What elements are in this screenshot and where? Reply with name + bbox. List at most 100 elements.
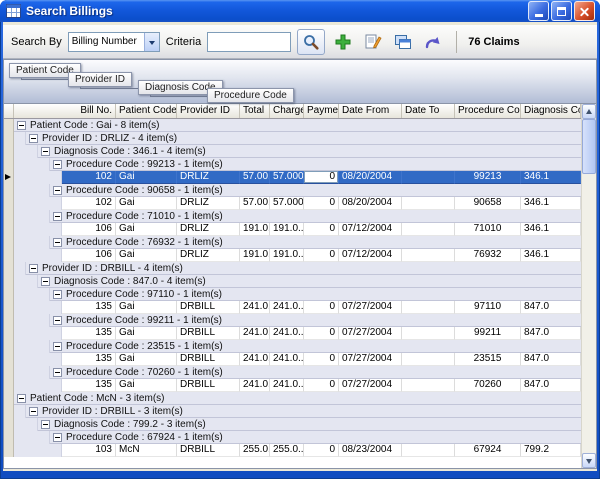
row-indicator[interactable] (4, 158, 14, 171)
cell-procedure-code[interactable]: 99213 (455, 171, 521, 184)
row-indicator[interactable] (4, 132, 14, 145)
cell-patient-code[interactable]: Gai (116, 301, 177, 314)
cell-diagnosis-code[interactable]: 346.1 (521, 197, 581, 210)
cell-patient-code[interactable]: Gai (116, 327, 177, 340)
cell-patient-code[interactable]: Gai (116, 223, 177, 236)
row-indicator[interactable] (4, 392, 14, 405)
group-row[interactable]: Procedure Code : 70260 - 1 item(s) (4, 366, 581, 379)
group-tab-procedure-code[interactable]: Procedure Code (207, 88, 294, 103)
collapse-icon[interactable] (53, 433, 62, 442)
row-indicator[interactable] (4, 327, 14, 340)
table-row[interactable]: 135GaiDRBILL241.0...241.0...007/27/20047… (4, 379, 581, 392)
column-header-payme[interactable]: Payme... (304, 104, 339, 118)
collapse-icon[interactable] (17, 394, 26, 403)
cell-provider-id[interactable]: DRBILL (177, 444, 240, 457)
group-row[interactable]: Provider ID : DRBILL - 4 item(s) (4, 262, 581, 275)
row-indicator[interactable] (4, 314, 14, 327)
group-band[interactable]: Diagnosis Code : 346.1 - 4 item(s) (38, 145, 581, 158)
group-row[interactable]: Diagnosis Code : 847.0 - 4 item(s) (4, 275, 581, 288)
cell-procedure-code[interactable]: 99211 (455, 327, 521, 340)
cell-provider-id[interactable]: DRBILL (177, 327, 240, 340)
group-band[interactable]: Procedure Code : 71010 - 1 item(s) (50, 210, 581, 223)
column-header-diagnosis-code[interactable]: Diagnosis Code (521, 104, 581, 118)
group-band[interactable]: Procedure Code : 23515 - 1 item(s) (50, 340, 581, 353)
group-band[interactable]: Procedure Code : 70260 - 1 item(s) (50, 366, 581, 379)
cell-charges[interactable]: 57.0000 (270, 197, 304, 210)
cell-patient-code[interactable]: Gai (116, 353, 177, 366)
cell-diagnosis-code[interactable]: 346.1 (521, 223, 581, 236)
collapse-icon[interactable] (53, 160, 62, 169)
collapse-icon[interactable] (17, 121, 26, 130)
cell-diagnosis-code[interactable]: 847.0 (521, 327, 581, 340)
cell-date-to[interactable] (402, 197, 455, 210)
cell-patient-code[interactable]: Gai (116, 171, 177, 184)
cell-procedure-code[interactable]: 67924 (455, 444, 521, 457)
group-row[interactable]: Procedure Code : 76932 - 1 item(s) (4, 236, 581, 249)
close-button[interactable] (574, 1, 595, 21)
cell-provider-id[interactable]: DRBILL (177, 301, 240, 314)
cell-total[interactable]: 57.00... (240, 171, 270, 184)
column-header-date-from[interactable]: Date From (339, 104, 402, 118)
chevron-down-icon[interactable] (144, 33, 159, 51)
column-header-patient-code[interactable]: Patient Code (116, 104, 177, 118)
column-header-provider-id[interactable]: Provider ID (177, 104, 240, 118)
cell-payme[interactable]: 0 (304, 171, 339, 184)
group-row[interactable]: Diagnosis Code : 346.1 - 4 item(s) (4, 145, 581, 158)
group-band[interactable]: Procedure Code : 90658 - 1 item(s) (50, 184, 581, 197)
cell-charges[interactable]: 241.0... (270, 353, 304, 366)
cell-total[interactable]: 241.0... (240, 301, 270, 314)
cell-total[interactable]: 241.0... (240, 379, 270, 392)
group-band[interactable]: Procedure Code : 76932 - 1 item(s) (50, 236, 581, 249)
scroll-down-button[interactable] (582, 453, 596, 468)
cell-charges[interactable]: 241.0... (270, 301, 304, 314)
collapse-icon[interactable] (53, 212, 62, 221)
column-header-date-to[interactable]: Date To (402, 104, 455, 118)
cell-bill-no[interactable]: 106 (62, 249, 116, 262)
cell-payme[interactable]: 0 (304, 197, 339, 210)
cell-charges[interactable]: 191.0... (270, 249, 304, 262)
cell-diagnosis-code[interactable]: 346.1 (521, 171, 581, 184)
cell-bill-no[interactable]: 106 (62, 223, 116, 236)
group-band[interactable]: Procedure Code : 99213 - 1 item(s) (50, 158, 581, 171)
group-band[interactable]: Provider ID : DRBILL - 4 item(s) (26, 262, 581, 275)
collapse-icon[interactable] (29, 134, 38, 143)
cell-date-from[interactable]: 07/12/2004 (339, 249, 402, 262)
group-row[interactable]: Procedure Code : 67924 - 1 item(s) (4, 431, 581, 444)
group-row[interactable]: Procedure Code : 99213 - 1 item(s) (4, 158, 581, 171)
cell-patient-code[interactable]: Gai (116, 197, 177, 210)
vertical-scrollbar[interactable] (581, 104, 596, 468)
row-indicator[interactable] (4, 197, 14, 210)
column-header-procedure-code[interactable]: Procedure Code (455, 104, 521, 118)
cell-total[interactable]: 57.00... (240, 197, 270, 210)
cell-date-from[interactable]: 07/27/2004 (339, 327, 402, 340)
group-row[interactable]: Diagnosis Code : 799.2 - 3 item(s) (4, 418, 581, 431)
row-indicator[interactable] (4, 184, 14, 197)
group-band[interactable]: Provider ID : DRBILL - 3 item(s) (26, 405, 581, 418)
table-row[interactable]: 135GaiDRBILL241.0...241.0...007/27/20042… (4, 353, 581, 366)
cell-provider-id[interactable]: DRLIZ (177, 249, 240, 262)
table-row[interactable]: 103McNDRBILL255.0...255.0...008/23/20046… (4, 444, 581, 457)
cell-date-from[interactable]: 08/20/2004 (339, 171, 402, 184)
collapse-icon[interactable] (29, 264, 38, 273)
search-by-dropdown[interactable]: Billing Number (68, 32, 160, 52)
row-indicator[interactable] (4, 210, 14, 223)
cell-provider-id[interactable]: DRLIZ (177, 223, 240, 236)
cell-date-from[interactable]: 08/23/2004 (339, 444, 402, 457)
cell-diagnosis-code[interactable]: 847.0 (521, 379, 581, 392)
cell-date-from[interactable]: 07/27/2004 (339, 353, 402, 366)
edit-button[interactable] (361, 30, 385, 54)
minimize-button[interactable] (528, 1, 549, 21)
cell-bill-no[interactable]: 135 (62, 379, 116, 392)
cell-payme[interactable]: 0 (304, 353, 339, 366)
cell-procedure-code[interactable]: 71010 (455, 223, 521, 236)
cell-date-to[interactable] (402, 327, 455, 340)
maximize-button[interactable] (551, 1, 572, 21)
scroll-track[interactable] (582, 119, 596, 453)
row-indicator[interactable] (4, 431, 14, 444)
group-row[interactable]: Provider ID : DRLIZ - 4 item(s) (4, 132, 581, 145)
cell-total[interactable]: 255.0... (240, 444, 270, 457)
cell-date-to[interactable] (402, 249, 455, 262)
row-indicator[interactable] (4, 353, 14, 366)
cell-payme[interactable]: 0 (304, 379, 339, 392)
table-row[interactable]: 106GaiDRLIZ191.0...191.0...007/12/200476… (4, 249, 581, 262)
